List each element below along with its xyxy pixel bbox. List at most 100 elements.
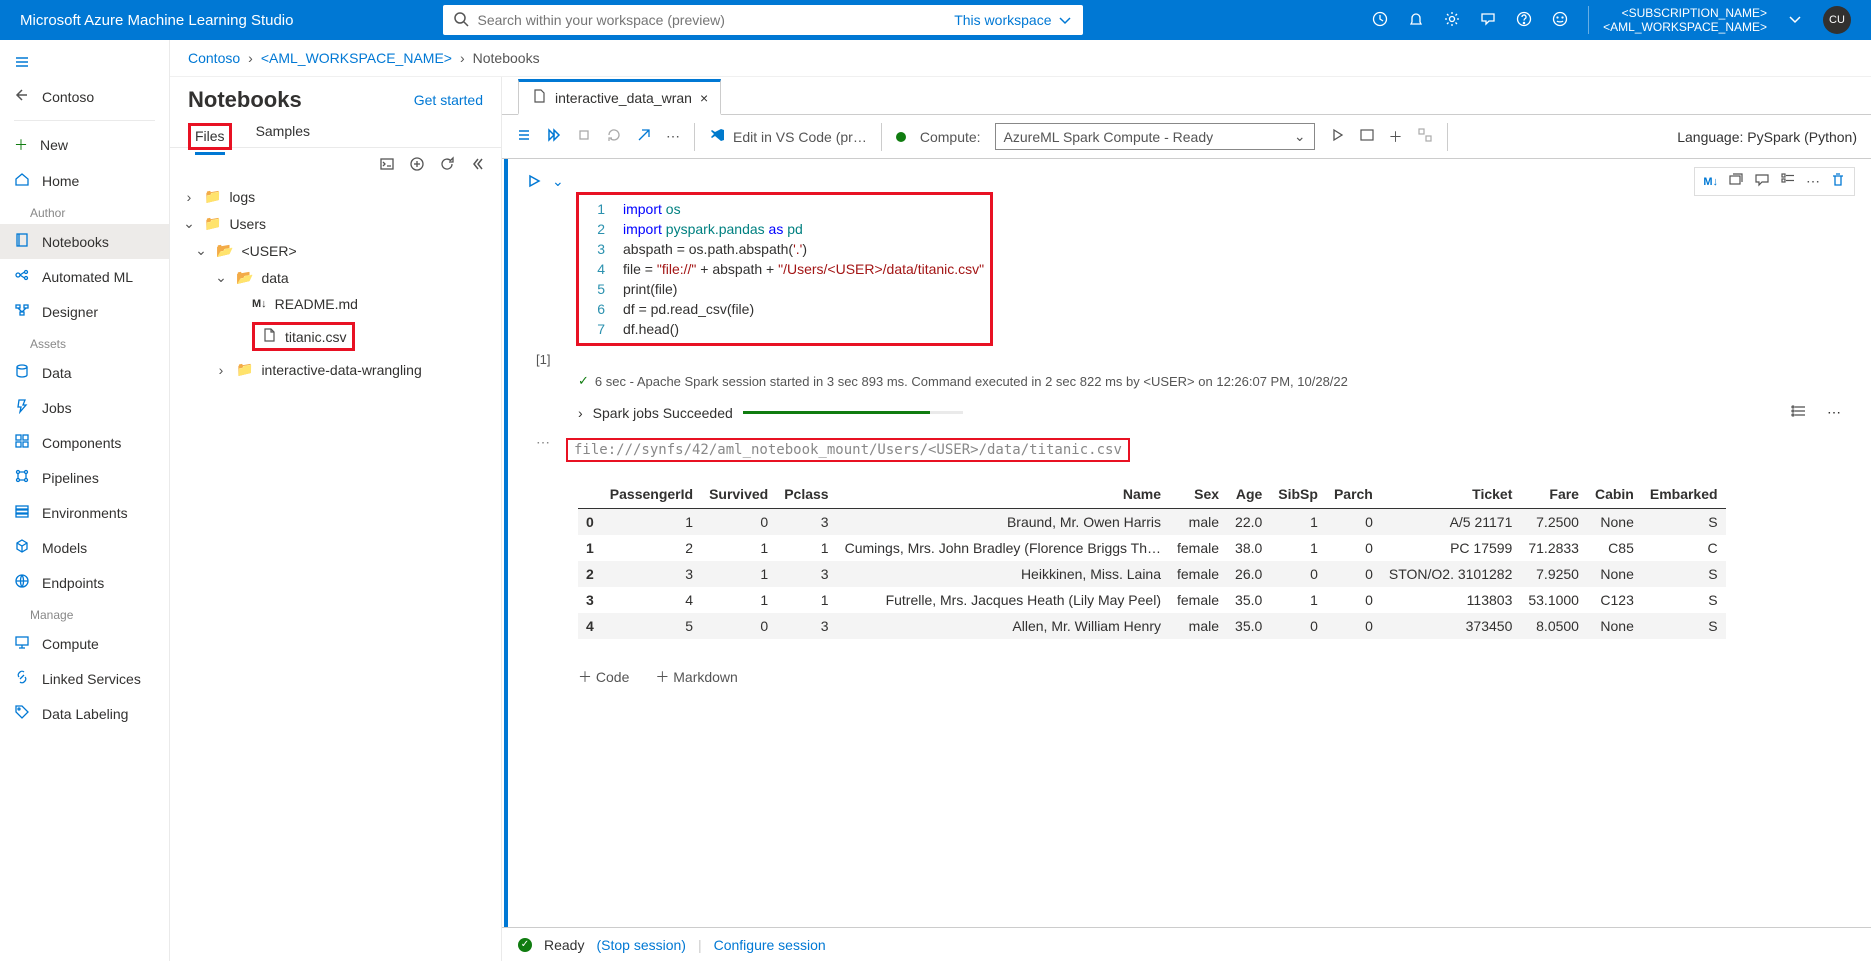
compute-label: Compute: — [920, 129, 981, 145]
chevron-down-icon[interactable] — [1787, 11, 1803, 30]
get-started-link[interactable]: Get started — [414, 92, 483, 108]
more-icon[interactable]: ⋯ — [1827, 404, 1841, 421]
breadcrumb-workspace[interactable]: <AML_WORKSPACE_NAME> — [261, 50, 452, 66]
run-all-icon[interactable] — [546, 127, 562, 146]
nav-labeling[interactable]: Data Labeling — [0, 696, 169, 731]
nav-envs[interactable]: Environments — [0, 495, 169, 530]
feedback-icon[interactable] — [1480, 11, 1496, 30]
add-icon[interactable] — [409, 156, 425, 175]
tree-logs[interactable]: ›📁logs — [178, 183, 493, 210]
endpoints-icon — [14, 573, 30, 592]
nav-automl[interactable]: Automated ML — [0, 259, 169, 294]
nav-components[interactable]: Components — [0, 425, 169, 460]
more-icon[interactable]: ⋯ — [536, 434, 550, 451]
nav-notebooks[interactable]: Notebooks — [0, 224, 169, 259]
hamburger-icon[interactable] — [0, 48, 169, 79]
tree-user[interactable]: ⌄📂<USER> — [178, 237, 493, 264]
notebook-tab[interactable]: interactive_data_wran × — [518, 79, 721, 115]
tree-titanic[interactable]: titanic.csv — [178, 317, 493, 356]
nav-linked[interactable]: Linked Services — [0, 661, 169, 696]
back-icon — [14, 87, 30, 106]
vars-icon[interactable] — [1780, 172, 1796, 191]
vscode-icon — [709, 127, 725, 146]
popout-icon[interactable] — [1728, 172, 1744, 191]
nav-models[interactable]: Models — [0, 530, 169, 565]
md-icon[interactable]: M↓ — [1703, 176, 1718, 188]
check-icon: ✓ — [518, 938, 532, 952]
nav-pipelines[interactable]: Pipelines — [0, 460, 169, 495]
stop-icon[interactable] — [576, 127, 592, 146]
instances-icon[interactable] — [1417, 127, 1433, 146]
comment-icon[interactable] — [1754, 172, 1770, 191]
terminal-icon[interactable] — [379, 156, 395, 175]
file-toolbar — [170, 148, 501, 183]
spark-jobs[interactable]: › Spark jobs Succeeded ⋯ — [578, 403, 1841, 422]
exec-info: ✓ 6 sec - Apache Spark session started i… — [578, 373, 1841, 389]
tree-data[interactable]: ⌄📂data — [178, 264, 493, 291]
markdown-icon: M↓ — [252, 298, 267, 310]
back-contoso[interactable]: Contoso — [0, 79, 169, 114]
pipelines-icon — [14, 468, 30, 487]
clear-icon[interactable] — [636, 127, 652, 146]
breadcrumb: Contoso › <AML_WORKSPACE_NAME> › Noteboo… — [170, 40, 1871, 77]
close-icon[interactable]: × — [700, 90, 708, 106]
terminal2-icon[interactable] — [1359, 127, 1375, 146]
search-input[interactable] — [477, 12, 954, 28]
subscription-info[interactable]: <SUBSCRIPTION_NAME> <AML_WORKSPACE_NAME> — [1588, 6, 1767, 34]
search-box[interactable]: This workspace — [443, 5, 1083, 35]
add-markdown-button[interactable]: ＋ Markdown — [655, 667, 737, 687]
search-scope[interactable]: This workspace — [954, 12, 1073, 28]
nav-jobs[interactable]: Jobs — [0, 390, 169, 425]
nav-home[interactable]: Home — [0, 163, 169, 198]
compute-select[interactable]: AzureML Spark Compute - Ready ⌄ — [995, 123, 1315, 150]
section-author: Author — [0, 198, 169, 224]
tab-samples[interactable]: Samples — [256, 123, 310, 147]
stop-session-link[interactable]: (Stop session) — [596, 937, 685, 953]
notebook-content: interactive_data_wran × ⋯ Edit in VS Cod… — [502, 77, 1871, 961]
chevron-right-icon: › — [214, 362, 228, 378]
smile-icon[interactable] — [1552, 11, 1568, 30]
menu-icon[interactable] — [516, 127, 532, 146]
code-cell[interactable]: 1import os2import pyspark.pandas as pd3a… — [576, 192, 993, 346]
refresh-icon[interactable] — [439, 156, 455, 175]
avatar[interactable]: CU — [1823, 6, 1851, 34]
collapse-icon[interactable] — [469, 156, 485, 175]
help-icon[interactable] — [1516, 11, 1532, 30]
nav-data[interactable]: Data — [0, 355, 169, 390]
bell-icon[interactable] — [1408, 11, 1424, 30]
progress-bar — [743, 411, 963, 414]
clock-icon[interactable] — [1372, 11, 1388, 30]
add-compute-icon[interactable]: ＋ — [1389, 127, 1403, 147]
tree-readme[interactable]: M↓README.md — [178, 291, 493, 317]
tree-idw[interactable]: ›📁interactive-data-wrangling — [178, 356, 493, 383]
more-icon[interactable]: ⋯ — [666, 128, 680, 145]
language-selector[interactable]: Language: PySpark (Python) — [1677, 129, 1857, 145]
delete-icon[interactable] — [1830, 172, 1846, 191]
folder-icon: 📁 — [204, 188, 221, 205]
breadcrumb-contoso[interactable]: Contoso — [188, 50, 240, 66]
left-nav: Contoso ＋New Home Author Notebooks Autom… — [0, 40, 170, 961]
list-icon[interactable] — [1791, 403, 1807, 422]
link-icon — [14, 669, 30, 688]
configure-session-link[interactable]: Configure session — [714, 937, 826, 953]
nav-designer[interactable]: Designer — [0, 294, 169, 329]
jobs-icon — [14, 398, 30, 417]
check-icon: ✓ — [578, 373, 589, 389]
nav-compute[interactable]: Compute — [0, 626, 169, 661]
nav-new[interactable]: ＋New — [0, 127, 169, 163]
automl-icon — [14, 267, 30, 286]
vscode-button[interactable]: Edit in VS Code (pr… — [709, 127, 867, 146]
files-panel: Notebooks Get started Files Samples ›📁lo… — [170, 77, 502, 961]
tree-users[interactable]: ⌄📁Users — [178, 210, 493, 237]
nav-endpoints[interactable]: Endpoints — [0, 565, 169, 600]
run-cell-icon[interactable] — [526, 173, 542, 192]
chevron-down-icon[interactable]: ⌄ — [552, 173, 564, 190]
add-code-button[interactable]: ＋ Code — [578, 667, 629, 687]
gear-icon[interactable] — [1444, 11, 1460, 30]
more-icon[interactable]: ⋯ — [1806, 173, 1820, 190]
chevron-down-icon: ⌄ — [182, 215, 196, 232]
chevron-right-icon: › — [182, 189, 196, 205]
restart-icon[interactable] — [606, 127, 622, 146]
play-icon[interactable] — [1329, 127, 1345, 146]
folder-icon: 📁 — [236, 361, 253, 378]
